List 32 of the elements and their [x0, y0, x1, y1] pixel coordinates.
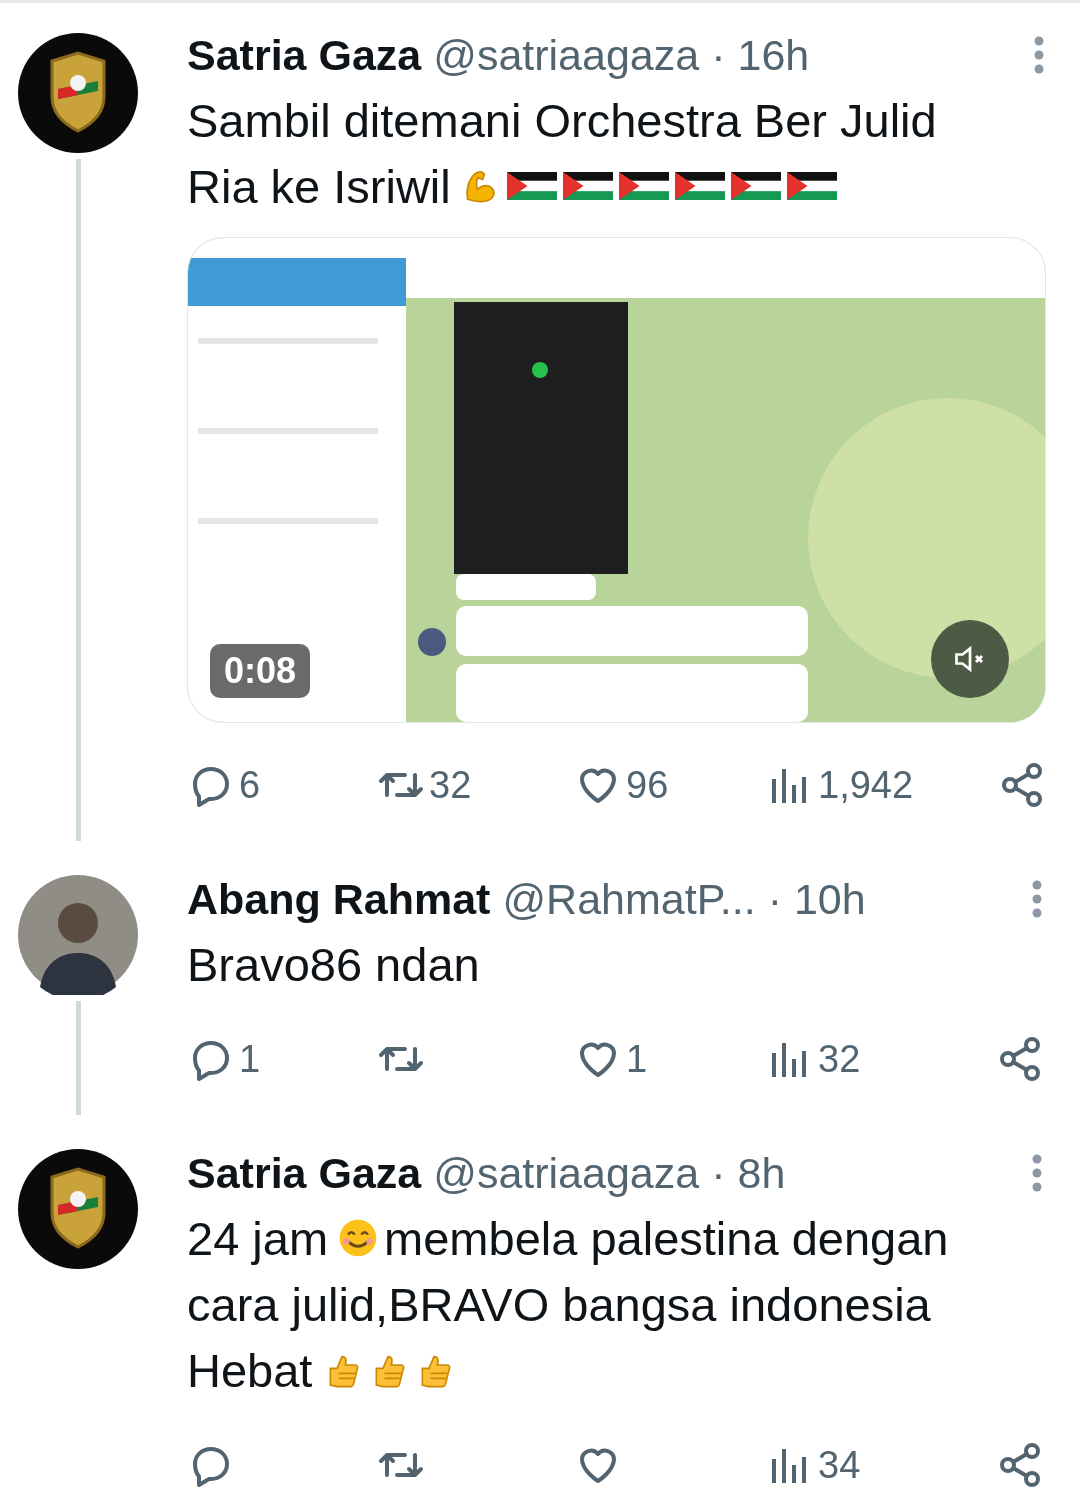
video-duration: 0:08: [210, 644, 311, 698]
timestamp: · 8h: [711, 1148, 786, 1198]
reply-button[interactable]: 1: [187, 1035, 377, 1083]
author-handle[interactable]: @satriaagaza: [433, 1148, 700, 1198]
tweet-text: Ria ke Isriwil: [187, 158, 451, 214]
author-name[interactable]: Abang Rahmat: [187, 874, 491, 924]
timestamp: · 16h: [711, 30, 810, 80]
avatar[interactable]: [18, 1149, 138, 1269]
tweet-text: Sambil ditemani Orchestra Ber Julid: [187, 92, 937, 148]
like-button[interactable]: 1: [574, 1035, 766, 1083]
views-button[interactable]: 1,942: [766, 761, 998, 809]
more-icon[interactable]: [1032, 35, 1046, 75]
reply-button[interactable]: 6: [187, 761, 377, 809]
like-button[interactable]: 96: [574, 761, 766, 809]
tweet-text: Hebat: [187, 1342, 313, 1398]
more-icon[interactable]: [1030, 1153, 1044, 1193]
views-button[interactable]: 32: [766, 1035, 996, 1083]
tweet-text: membela palestina dengan: [384, 1210, 949, 1266]
smiley-icon: [338, 1217, 379, 1259]
tweet-text: Bravo86 ndan: [187, 936, 480, 992]
tweet-text: 24 jam: [187, 1210, 329, 1266]
repost-button[interactable]: 32: [377, 761, 574, 809]
views-button[interactable]: 34: [766, 1441, 996, 1489]
author-name[interactable]: Satria Gaza: [187, 30, 422, 80]
author-name[interactable]: Satria Gaza: [187, 1148, 422, 1198]
timestamp: · 10h: [767, 874, 866, 924]
tweet-text: cara julid,BRAVO bangsa indonesia: [187, 1276, 931, 1332]
author-handle[interactable]: @RahmatP...: [502, 874, 756, 924]
avatar[interactable]: [18, 875, 138, 995]
author-handle[interactable]: @satriaagaza: [433, 30, 700, 80]
avatar[interactable]: [18, 33, 138, 153]
more-icon[interactable]: [1030, 879, 1044, 919]
